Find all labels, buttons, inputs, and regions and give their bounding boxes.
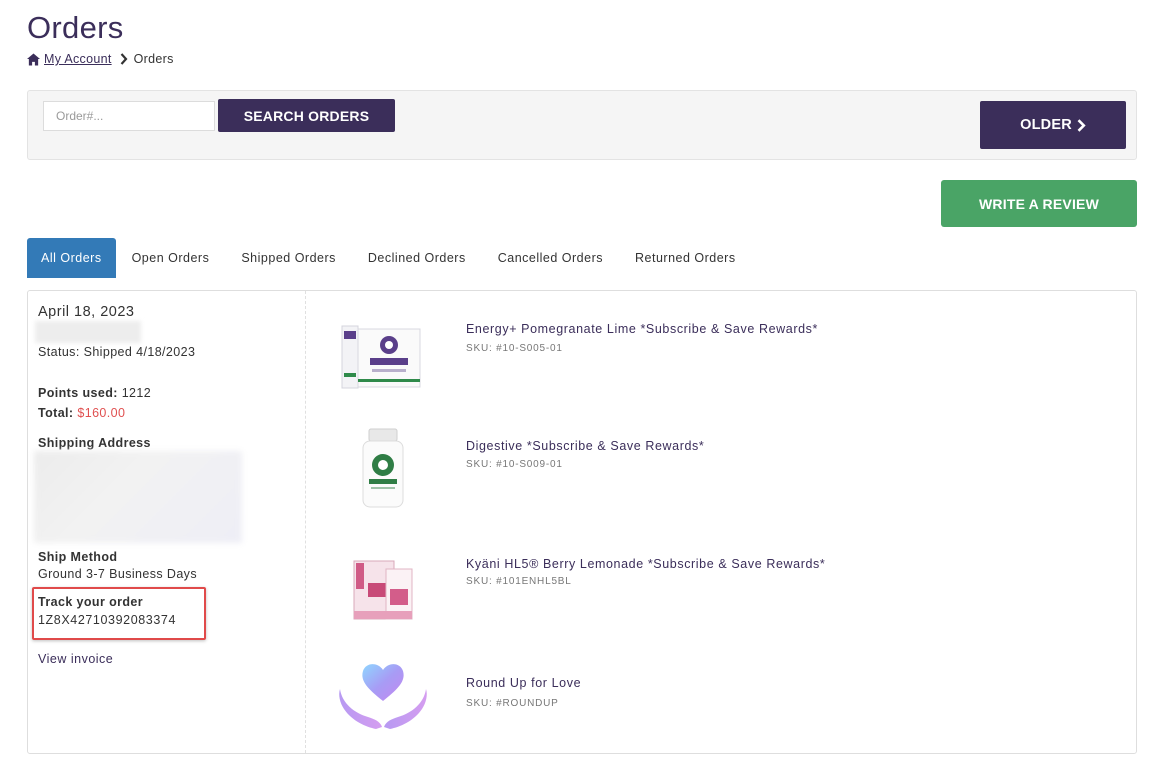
tab-declined-orders[interactable]: Declined Orders <box>352 238 482 278</box>
item-sku: SKU: #10-S005-01 <box>466 343 563 354</box>
item-name[interactable]: Energy+ Pomegranate Lime *Subscribe & Sa… <box>466 322 818 336</box>
older-button[interactable]: OLDER <box>980 101 1126 149</box>
tab-returned-orders[interactable]: Returned Orders <box>619 238 752 278</box>
search-panel: SEARCH ORDERS OLDER <box>27 90 1137 160</box>
ship-method-value: Ground 3-7 Business Days <box>38 567 197 581</box>
breadcrumb-current: Orders <box>133 52 174 66</box>
order-details: April 18, 2023 Status: Shipped 4/18/2023… <box>28 291 306 753</box>
heart-hands-icon <box>339 664 427 729</box>
tab-cancelled-orders[interactable]: Cancelled Orders <box>482 238 619 278</box>
order-total: Total: $160.00 <box>38 406 125 420</box>
order-total-label: Total: <box>38 406 74 420</box>
view-invoice-link[interactable]: View invoice <box>38 652 113 666</box>
order-card: April 18, 2023 Status: Shipped 4/18/2023… <box>27 290 1137 754</box>
item-sku: SKU: #10-S009-01 <box>466 459 563 470</box>
order-item: Energy+ Pomegranate Lime *Subscribe & Sa… <box>328 319 1108 429</box>
order-total-value: $160.00 <box>77 406 126 420</box>
chevron-right-icon <box>120 53 128 65</box>
shipping-address-label: Shipping Address <box>38 436 151 450</box>
digestive-product-image <box>362 428 404 508</box>
tracking-number-link[interactable]: 1Z8X42710392083374 <box>38 613 176 627</box>
redacted-text <box>35 321 141 343</box>
breadcrumb-my-account-link[interactable]: My Account <box>44 52 112 66</box>
item-sku: SKU: #101ENHL5BL <box>466 576 572 587</box>
track-order-label: Track your order <box>38 595 144 609</box>
tab-open-orders[interactable]: Open Orders <box>116 238 226 278</box>
write-review-button[interactable]: WRITE A REVIEW <box>941 180 1137 227</box>
order-tabs: All Orders Open Orders Shipped Orders De… <box>27 238 752 278</box>
search-orders-button[interactable]: SEARCH ORDERS <box>218 99 395 132</box>
order-date: April 18, 2023 <box>38 304 135 320</box>
order-number-input[interactable] <box>43 101 215 131</box>
order-item: Digestive *Subscribe & Save Rewards* SKU… <box>328 425 1108 535</box>
chevron-right-icon <box>1077 118 1086 132</box>
breadcrumb: My Account Orders <box>27 52 174 66</box>
older-button-label: OLDER <box>1020 117 1072 133</box>
hl5-product-image <box>353 560 413 620</box>
tab-all-orders[interactable]: All Orders <box>27 238 116 278</box>
order-status: Status: Shipped 4/18/2023 <box>38 345 196 359</box>
points-used: Points used: 1212 <box>38 386 151 400</box>
order-item: Kyäni HL5® Berry Lemonade *Subscribe & S… <box>328 545 1108 655</box>
tab-shipped-orders[interactable]: Shipped Orders <box>225 238 352 278</box>
points-used-label: Points used: <box>38 386 118 400</box>
item-name[interactable]: Round Up for Love <box>466 676 581 690</box>
points-used-value: 1212 <box>121 386 152 400</box>
ship-method-label: Ship Method <box>38 550 118 564</box>
energy-plus-product-image <box>341 325 421 389</box>
item-name[interactable]: Digestive *Subscribe & Save Rewards* <box>466 439 704 453</box>
redacted-shipping-address <box>34 451 242 543</box>
item-sku: SKU: #ROUNDUP <box>466 698 559 709</box>
order-item: Round Up for Love SKU: #ROUNDUP <box>328 651 1108 761</box>
item-name[interactable]: Kyäni HL5® Berry Lemonade *Subscribe & S… <box>466 557 825 571</box>
home-icon <box>27 52 40 66</box>
page-title: Orders <box>27 10 124 45</box>
